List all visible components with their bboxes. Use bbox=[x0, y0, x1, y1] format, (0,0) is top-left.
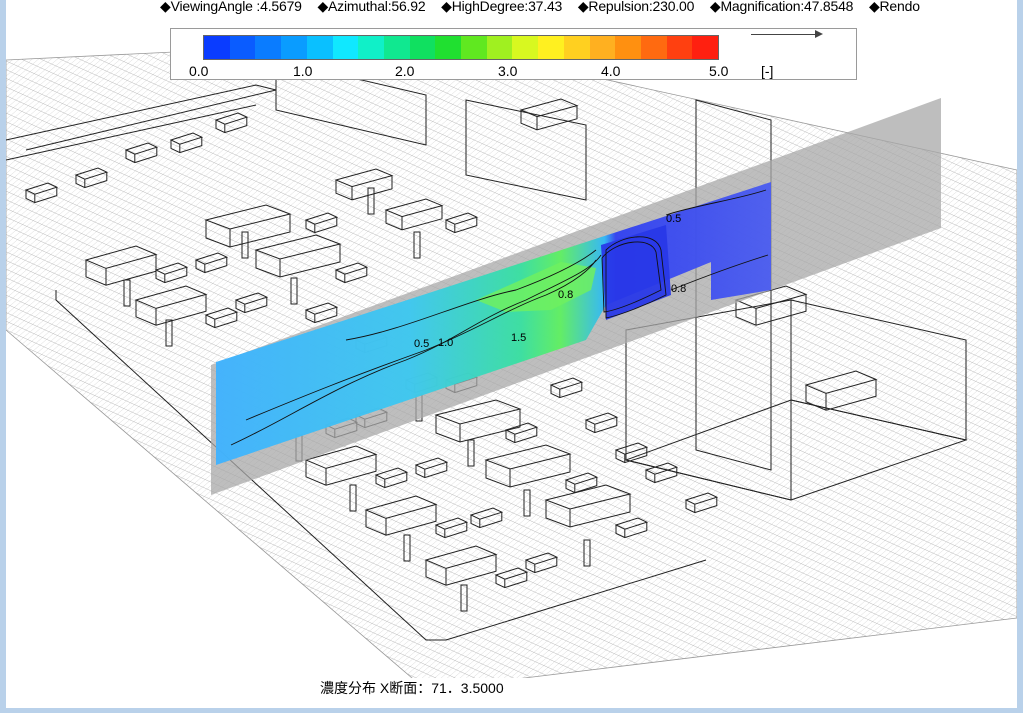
color-scale-segment bbox=[229, 36, 256, 59]
color-scale-segment bbox=[666, 36, 693, 59]
caption-text: 濃度分布 X断面：71．3.5000 bbox=[320, 680, 504, 696]
legend-tick: 4.0 bbox=[601, 63, 621, 79]
color-scale-segment bbox=[692, 36, 719, 59]
color-scale-segment bbox=[512, 36, 539, 59]
contour-label: 1.0 bbox=[438, 337, 453, 349]
view-parameters-bar: ◆ViewingAngle :4.5679 ◆Azimuthal:56.92 ◆… bbox=[160, 0, 1020, 16]
legend-tick: 5.0 bbox=[709, 63, 729, 79]
3d-viewport[interactable]: 0.5 0.8 1.0 1.5 0.5 0.8 bbox=[6, 0, 1017, 708]
window-border-bottom bbox=[0, 708, 1023, 713]
wind-direction-arrow-icon bbox=[751, 30, 823, 38]
color-scale-segment bbox=[461, 36, 487, 59]
color-scale-segment bbox=[435, 36, 462, 59]
window-border-right bbox=[1017, 0, 1023, 713]
contour-label: 1.5 bbox=[511, 332, 526, 344]
color-scale-segment bbox=[204, 36, 230, 59]
color-scale-segment bbox=[563, 36, 590, 59]
viewer-window: 0.5 0.8 1.0 1.5 0.5 0.8 ◆ViewingAngle :4… bbox=[0, 0, 1023, 713]
color-scale-segment bbox=[306, 36, 333, 59]
color-scale-segment bbox=[640, 36, 667, 59]
legend-tick: 1.0 bbox=[293, 63, 313, 79]
color-scale-segment bbox=[358, 36, 384, 59]
color-scale-bar bbox=[203, 35, 719, 60]
section-caption: 濃度分布 X断面：71．3.5000 bbox=[268, 678, 856, 700]
color-scale-segment bbox=[486, 36, 513, 59]
magnification-readout: ◆Magnification:47.8548 bbox=[709, 0, 854, 14]
contour-label: 0.8 bbox=[558, 289, 573, 301]
color-legend: 0.0 1.0 2.0 3.0 4.0 5.0 [-] bbox=[170, 28, 857, 80]
contour-label: 0.5 bbox=[414, 338, 429, 350]
color-scale-segment bbox=[589, 36, 616, 59]
color-scale-segment bbox=[281, 36, 307, 59]
color-scale-segment bbox=[383, 36, 410, 59]
viewing-angle-readout: ◆ViewingAngle :4.5679 bbox=[160, 0, 302, 14]
legend-tick: 3.0 bbox=[498, 63, 518, 79]
legend-unit: [-] bbox=[761, 63, 774, 79]
contour-label: 0.5 bbox=[666, 213, 681, 225]
render-readout: ◆Rendo bbox=[868, 0, 920, 14]
color-scale-segment bbox=[332, 36, 359, 59]
legend-tick: 2.0 bbox=[395, 63, 415, 79]
color-scale-segment bbox=[409, 36, 436, 59]
contour-label: 0.8 bbox=[671, 283, 686, 295]
repulsion-readout: ◆Repulsion:230.00 bbox=[577, 0, 695, 14]
high-degree-readout: ◆HighDegree:37.43 bbox=[441, 0, 563, 14]
color-scale-segment bbox=[255, 36, 282, 59]
color-scale-segment bbox=[615, 36, 641, 59]
legend-tick: 0.0 bbox=[189, 63, 209, 79]
color-scale-segment bbox=[538, 36, 564, 59]
azimuthal-readout: ◆Azimuthal:56.92 bbox=[317, 0, 426, 14]
